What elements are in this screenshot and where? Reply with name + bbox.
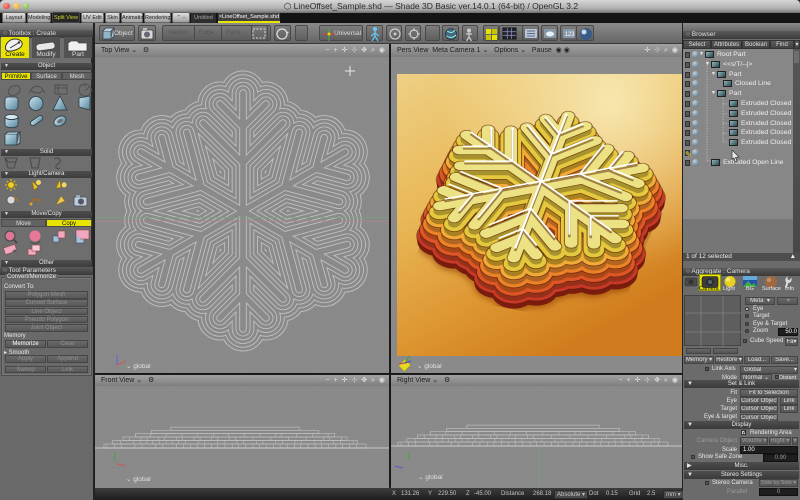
svg-text:123: 123 [565, 32, 576, 38]
